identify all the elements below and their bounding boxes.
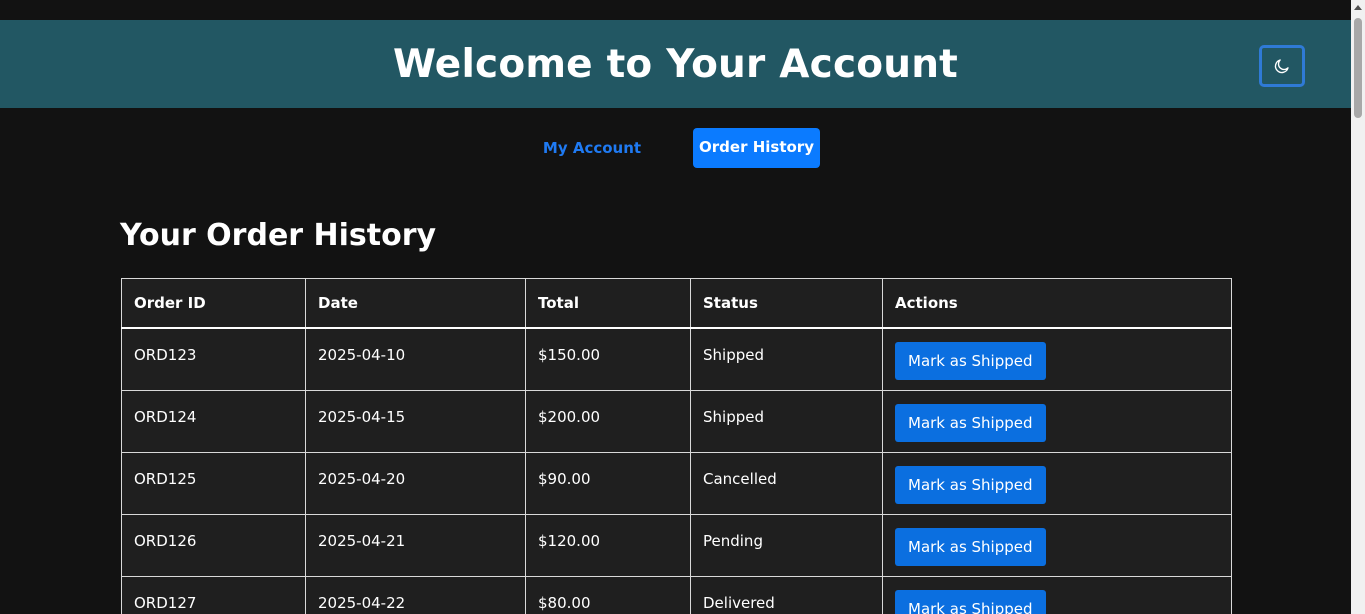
actions-cell: Mark as Shipped bbox=[882, 389, 1232, 453]
status-cell: Shipped bbox=[690, 389, 883, 453]
order-id-cell: ORD124 bbox=[121, 389, 306, 453]
status-cell: Delivered bbox=[690, 575, 883, 614]
tab-my-account[interactable]: My Account bbox=[529, 128, 655, 168]
column-header-status: Status bbox=[690, 278, 883, 329]
order-id-cell: ORD125 bbox=[121, 451, 306, 515]
mark-as-shipped-button[interactable]: Mark as Shipped bbox=[895, 403, 1046, 442]
date-cell: 2025-04-20 bbox=[305, 451, 526, 515]
column-header-date: Date bbox=[305, 278, 526, 329]
order-id-cell: ORD123 bbox=[121, 327, 306, 391]
theme-toggle-button[interactable] bbox=[1259, 45, 1305, 87]
table-row: ORD126 2025-04-21 $120.00 Pending Mark a… bbox=[121, 513, 1232, 577]
status-cell: Shipped bbox=[690, 327, 883, 391]
status-cell: Cancelled bbox=[690, 451, 883, 515]
order-id-cell: ORD126 bbox=[121, 513, 306, 577]
total-cell: $80.00 bbox=[525, 575, 691, 614]
page: Welcome to Your Account My Account Order… bbox=[0, 0, 1365, 614]
table-row: ORD123 2025-04-10 $150.00 Shipped Mark a… bbox=[121, 327, 1232, 391]
scroll-up-arrow-icon[interactable] bbox=[1354, 5, 1362, 10]
tab-order-history[interactable]: Order History bbox=[693, 128, 820, 168]
mark-as-shipped-button[interactable]: Mark as Shipped bbox=[895, 342, 1046, 380]
column-header-total: Total bbox=[525, 278, 691, 329]
actions-cell: Mark as Shipped bbox=[882, 575, 1232, 614]
actions-cell: Mark as Shipped bbox=[882, 513, 1232, 577]
status-cell: Pending bbox=[690, 513, 883, 577]
actions-cell: Mark as Shipped bbox=[882, 451, 1232, 515]
total-cell: $120.00 bbox=[525, 513, 691, 577]
tab-bar: My Account Order History bbox=[0, 128, 1351, 168]
table-row: ORD127 2025-04-22 $80.00 Delivered Mark … bbox=[121, 575, 1232, 614]
table-header-row: Order ID Date Total Status Actions bbox=[121, 278, 1232, 329]
page-header: Welcome to Your Account bbox=[0, 20, 1351, 108]
vertical-scrollbar[interactable] bbox=[1351, 0, 1365, 614]
section-title: Your Order History bbox=[120, 218, 437, 253]
date-cell: 2025-04-22 bbox=[305, 575, 526, 614]
page-title: Welcome to Your Account bbox=[392, 41, 959, 87]
moon-icon bbox=[1274, 59, 1289, 74]
orders-table: Order ID Date Total Status Actions ORD12… bbox=[121, 278, 1232, 614]
actions-cell: Mark as Shipped bbox=[882, 327, 1232, 391]
top-strip bbox=[0, 0, 1351, 20]
date-cell: 2025-04-15 bbox=[305, 389, 526, 453]
column-header-order-id: Order ID bbox=[121, 278, 306, 329]
table-row: ORD124 2025-04-15 $200.00 Shipped Mark a… bbox=[121, 389, 1232, 453]
date-cell: 2025-04-10 bbox=[305, 327, 526, 391]
scrollbar-thumb[interactable] bbox=[1354, 18, 1362, 118]
column-header-actions: Actions bbox=[882, 278, 1232, 329]
total-cell: $200.00 bbox=[525, 389, 691, 453]
table-row: ORD125 2025-04-20 $90.00 Cancelled Mark … bbox=[121, 451, 1232, 515]
mark-as-shipped-button[interactable]: Mark as Shipped bbox=[895, 527, 1046, 566]
total-cell: $90.00 bbox=[525, 451, 691, 515]
order-id-cell: ORD127 bbox=[121, 575, 306, 614]
mark-as-shipped-button[interactable]: Mark as Shipped bbox=[895, 589, 1046, 614]
total-cell: $150.00 bbox=[525, 327, 691, 391]
mark-as-shipped-button[interactable]: Mark as Shipped bbox=[895, 465, 1046, 504]
orders-table-container: Order ID Date Total Status Actions ORD12… bbox=[121, 278, 1232, 614]
date-cell: 2025-04-21 bbox=[305, 513, 526, 577]
